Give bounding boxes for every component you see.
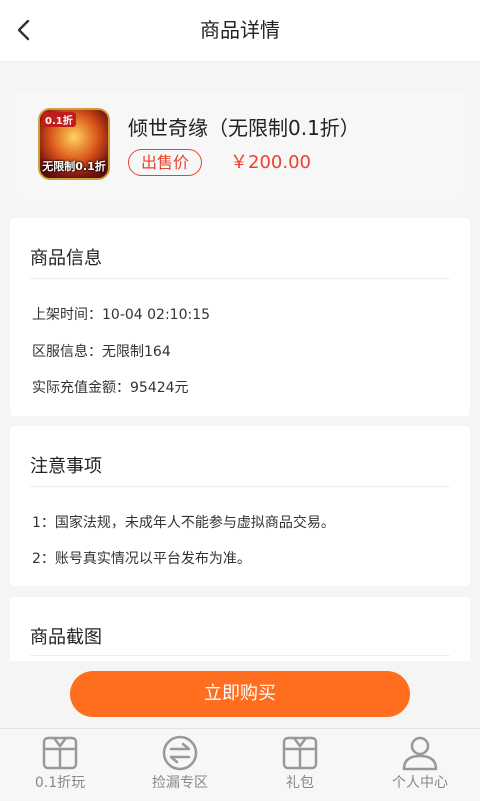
product-name: 倾世奇缘（无限制0.1折） — [128, 116, 360, 140]
tab-bargain-zone[interactable]: 捡漏专区 — [120, 729, 240, 801]
recharge-value: 95424元 — [130, 380, 189, 396]
price-value: ￥200.00 — [230, 152, 311, 173]
thumbnail-badge: 0.1折 — [42, 112, 76, 127]
notice-section: 注意事项 1：国家法规，未成年人不能参与虚拟商品交易。 2：账号真实情况以平台发… — [10, 426, 470, 586]
notice-item: 1：国家法规，未成年人不能参与虚拟商品交易。 — [32, 515, 335, 531]
listed-time-value: 10-04 02:10:15 — [102, 307, 211, 323]
recharge-row: 实际充值金额：95424元 — [32, 377, 189, 397]
server-label: 区服信息： — [32, 344, 102, 360]
listed-time-label: 上架时间： — [32, 307, 102, 323]
divider — [30, 486, 450, 487]
price-label-tag: 出售价 — [128, 149, 203, 176]
screenshots-section: 商品截图 — [10, 597, 470, 661]
tab-label: 0.1折玩 — [34, 775, 86, 791]
page-title: 商品详情 — [200, 18, 280, 42]
tab-label: 个人中心 — [392, 775, 448, 791]
section-title: 商品信息 — [30, 248, 102, 269]
product-card: 0.1折 无限制0.1折 倾世奇缘（无限制0.1折） 出售价 ￥200.00 — [16, 92, 464, 200]
buy-now-button[interactable]: 立即购买 — [70, 671, 410, 717]
gift-box-icon — [282, 736, 318, 770]
section-title: 注意事项 — [30, 456, 102, 477]
tab-profile[interactable]: 个人中心 — [360, 729, 480, 801]
notice-item: 2：账号真实情况以平台发布为准。 — [32, 551, 251, 567]
server-value: 无限制164 — [102, 344, 171, 360]
user-icon — [402, 736, 438, 771]
tab-label: 捡漏专区 — [152, 775, 208, 791]
tab-gift-pack[interactable]: 礼包 — [240, 729, 360, 801]
divider — [30, 278, 450, 279]
section-title: 商品截图 — [30, 627, 102, 648]
gift-box-icon — [42, 736, 78, 770]
tab-label: 礼包 — [286, 775, 314, 791]
listed-time-row: 上架时间：10-04 02:10:15 — [32, 304, 210, 324]
divider — [30, 655, 450, 656]
header-bar: 商品详情 — [0, 0, 480, 62]
thumbnail-caption: 无限制0.1折 — [42, 160, 106, 173]
recharge-label: 实际充值金额： — [32, 380, 130, 396]
game-thumbnail[interactable]: 0.1折 无限制0.1折 — [38, 108, 110, 180]
product-info-section: 商品信息 上架时间：10-04 02:10:15 区服信息：无限制164 实际充… — [10, 218, 470, 416]
server-row: 区服信息：无限制164 — [32, 341, 171, 361]
exchange-arrows-icon — [162, 735, 198, 771]
tab-discount-play[interactable]: 0.1折玩 — [0, 729, 120, 801]
bottom-tab-bar: 0.1折玩 捡漏专区 礼包 个人中心 — [0, 728, 480, 800]
